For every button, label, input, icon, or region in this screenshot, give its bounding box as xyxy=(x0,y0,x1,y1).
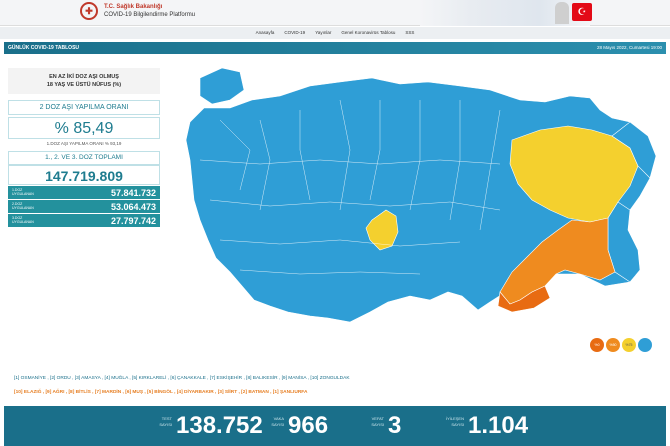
turkish-flag-icon: ☪ xyxy=(572,3,592,21)
one-dose-rate: 1.DOZ AŞI YAPILMA ORANI % 93,19 xyxy=(46,141,122,146)
ministry-emblem-icon: ✚ xyxy=(80,2,98,20)
legend-dot-4 xyxy=(638,338,652,352)
map-legend: %0 %50 %75 xyxy=(590,338,652,352)
dose-2-value: 53.064.473 xyxy=(110,202,156,212)
map-region-thrace[interactable] xyxy=(199,67,245,105)
dose-1-value: 57.841.732 xyxy=(110,188,156,198)
bottom-list-part1: [10] ELAZIĞ , [9] AĞRI , [8] BİTLİS , [7… xyxy=(14,390,148,395)
dose-1-label: 1.DOZ UYGULANAN xyxy=(12,188,34,196)
stat-test-value: 138.752 xyxy=(176,412,263,439)
dose-3-row: 3.DOZ UYGULANAN 27.797.742 xyxy=(8,213,160,227)
dose-2-row: 2.DOZ UYGULANAN 53.064.473 xyxy=(8,199,160,213)
bottom-list-part2: [5] BİNGÖL , [4] DİYARBAKIR , [3] SİİRT … xyxy=(147,390,308,395)
vaccine-panel: EN AZ İKİ DOZ AŞI OLMUŞ 18 YAŞ VE ÜSTÜ N… xyxy=(8,68,160,240)
nav-faq[interactable]: SSS xyxy=(405,27,414,39)
nav-home[interactable]: Anasayfa xyxy=(256,27,275,39)
site-header: ✚ T.C. Sağlık Bakanlığı COVID-19 Bilgile… xyxy=(0,0,670,26)
legend-dot-2: %50 xyxy=(606,338,620,352)
portrait-image xyxy=(555,2,569,24)
dose-1-row: 1.DOZ UYGULANAN 57.841.732 xyxy=(8,185,160,199)
stat-deaths-value: 3 xyxy=(388,412,402,439)
nav-covid19[interactable]: COVID-19 xyxy=(284,27,305,39)
nav-general-table[interactable]: Genel Koronavirüs Tablosu xyxy=(341,27,395,39)
turkey-vaccination-map[interactable] xyxy=(160,60,670,370)
vaccine-panel-header: EN AZ İKİ DOZ AŞI OLMUŞ 18 YAŞ VE ÜSTÜ N… xyxy=(8,68,160,94)
nav-publications[interactable]: Yayınlar xyxy=(315,27,331,39)
stat-recovered-value: 1.104 xyxy=(468,412,529,439)
bottom-provinces-list: [10] ELAZIĞ , [9] AĞRI , [8] BİTLİS , [7… xyxy=(14,388,654,398)
total-dose-label: 1., 2. VE 3. DOZ TOPLAMI xyxy=(8,151,160,165)
main-nav: Anasayfa COVID-19 Yayınlar Genel Koronav… xyxy=(0,27,670,39)
legend-dot-3: %75 xyxy=(622,338,636,352)
ministry-logo[interactable]: ✚ T.C. Sağlık Bakanlığı COVID-19 Bilgile… xyxy=(80,2,195,20)
legend-dot-1: %0 xyxy=(590,338,604,352)
top-provinces-list: [1] OSMANİYE , [2] ORDU , [3] AMASYA , [… xyxy=(14,376,350,381)
org-name: T.C. Sağlık Bakanlığı xyxy=(104,4,163,10)
daily-table-title-bar: GÜNLÜK COVID-19 TABLOSU 28 Mayıs 2022, C… xyxy=(4,42,666,54)
daily-stats-bar: TEST SAYISI 138.752 VAKA SAYISI 966 VEFAT S… xyxy=(4,406,666,446)
two-dose-rate: % 85,49 xyxy=(8,117,160,139)
dose-2-label: 2.DOZ UYGULANAN xyxy=(12,202,34,210)
dose-3-label: 3.DOZ UYGULANAN xyxy=(12,216,34,224)
stat-cases-value: 966 xyxy=(288,412,329,439)
dose-3-value: 27.797.742 xyxy=(110,216,156,226)
report-date: 28 Mayıs 2022, Cumartesi 19:00 xyxy=(596,45,662,50)
total-dose-value: 147.719.809 xyxy=(8,165,160,185)
platform-name: COVID-19 Bilgilendirme Platformu xyxy=(104,12,196,18)
two-dose-label: 2 DOZ AŞI YAPILMA ORANI xyxy=(8,100,160,115)
page-title: GÜNLÜK COVID-19 TABLOSU xyxy=(8,45,80,51)
page-root: ✚ T.C. Sağlık Bakanlığı COVID-19 Bilgile… xyxy=(0,0,670,446)
